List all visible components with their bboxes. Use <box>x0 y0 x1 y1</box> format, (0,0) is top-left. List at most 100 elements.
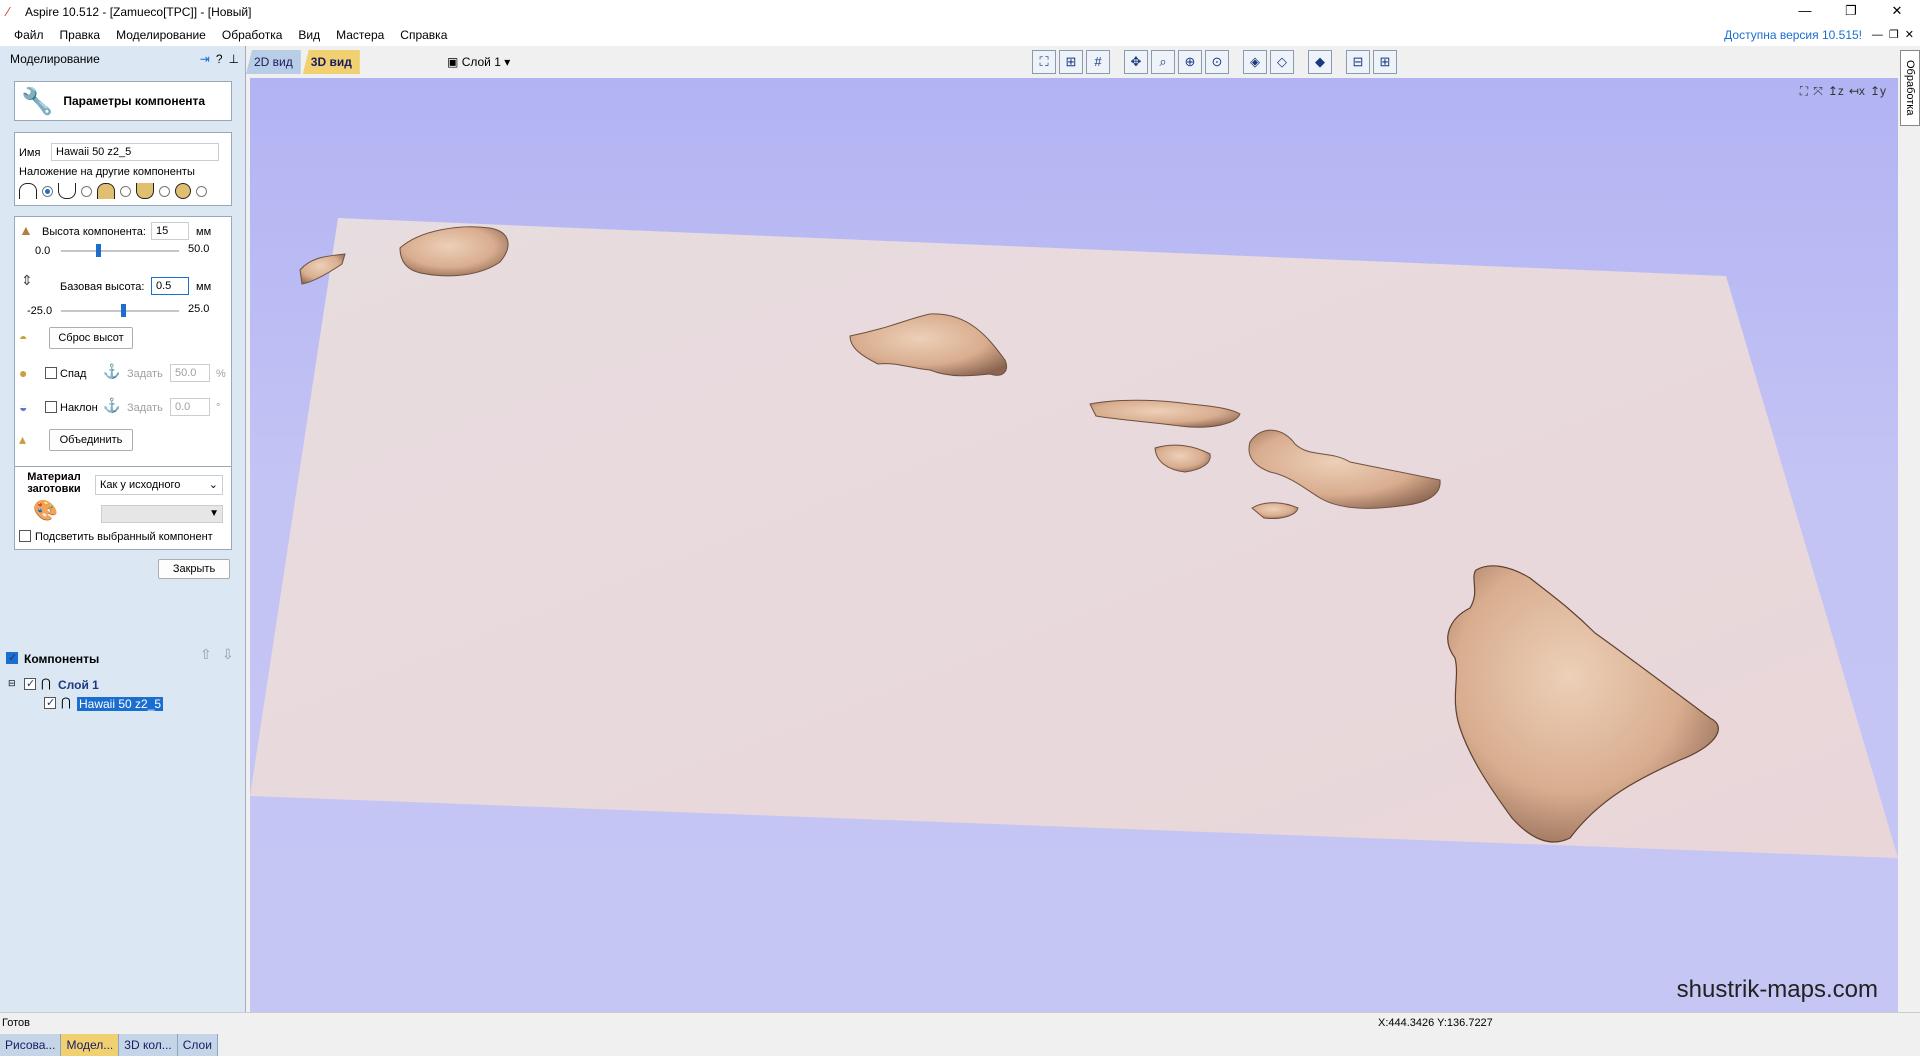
maximize-button[interactable]: ❐ <box>1828 0 1874 24</box>
layer-node[interactable]: Слой 1 <box>58 678 99 692</box>
tilt-set-label: Задать <box>127 402 163 414</box>
fade-anchor-icon[interactable]: ⚓ <box>103 363 120 379</box>
overlap-multiply-icon <box>175 183 191 199</box>
component-shape-icon: ⋂ <box>61 695 71 709</box>
fade-icon: ● <box>19 365 28 381</box>
menu-wizards[interactable]: Мастера <box>328 24 392 46</box>
height-input[interactable]: 15 <box>151 222 189 240</box>
grid-icon[interactable]: # <box>1086 50 1110 74</box>
overlap-multiply-radio[interactable] <box>196 185 207 197</box>
components-title: Компоненты <box>24 652 100 666</box>
overlap-merge-high-radio[interactable] <box>120 185 131 197</box>
highlight-checkbox[interactable] <box>19 530 31 542</box>
menu-file[interactable]: Файл <box>6 24 52 46</box>
material-color-select[interactable]: ▼ <box>101 505 223 523</box>
watermark: shustrik-maps.com <box>1676 976 1878 1003</box>
layer-cube-icon: ▣ <box>447 55 459 69</box>
3d-viewport[interactable]: ⛶ ⤧ ↥z ↤x ↥y shustrik-maps.com <box>250 78 1898 1012</box>
fade-value-input[interactable]: 50.0 <box>170 364 210 382</box>
menu-edit[interactable]: Правка <box>52 24 109 46</box>
wrench-icon: 🔧 <box>21 85 54 116</box>
tab-layers[interactable]: Слои <box>177 1034 218 1056</box>
zoom-icon[interactable]: ⊕ <box>1178 50 1202 74</box>
tilt-value-input[interactable]: 0.0 <box>170 398 210 416</box>
pan-icon[interactable]: ✥ <box>1124 50 1148 74</box>
status-bar: Готов X:444.3426 Y:136.7227 <box>0 1012 1920 1032</box>
close-window-button[interactable]: ✕ <box>1874 0 1920 24</box>
overlap-modes <box>19 183 207 199</box>
help-icon[interactable]: ? <box>216 52 223 66</box>
menu-view[interactable]: Вид <box>290 24 328 46</box>
view-z-icon[interactable]: ↥z <box>1828 84 1844 99</box>
component-node[interactable]: Hawaii 50 z2_5 <box>77 697 164 711</box>
close-button[interactable]: Закрыть <box>158 559 230 579</box>
name-label: Имя <box>19 147 41 159</box>
relief-scene <box>250 218 1898 858</box>
components-checkbox[interactable] <box>6 651 18 664</box>
name-input[interactable]: Hawaii 50 z2_5 <box>51 143 219 161</box>
tab-drawing[interactable]: Рисова... <box>0 1034 62 1056</box>
merge-button[interactable]: Объединить <box>49 429 133 451</box>
status-text: Готов <box>2 1017 30 1029</box>
menu-toolpaths[interactable]: Обработка <box>214 24 291 46</box>
dock-icon[interactable]: ⇥ <box>200 52 210 66</box>
height-slider[interactable] <box>61 244 179 257</box>
mdi-minimize-icon[interactable]: — <box>1872 24 1883 46</box>
base-height-slider[interactable] <box>61 304 179 317</box>
base-height-unit: мм <box>196 281 212 293</box>
layer-shape-icon: ⋂ <box>41 676 51 690</box>
move-down-icon[interactable]: ⇩ <box>222 646 234 662</box>
split-horizontal-icon[interactable]: ⊟ <box>1346 50 1370 74</box>
view-fit-icon[interactable]: ⛶ <box>1800 84 1808 99</box>
layer-select[interactable]: ▣ Слой 1 ▾ <box>447 55 510 69</box>
tab-2d-view[interactable]: 2D вид <box>246 50 301 74</box>
pin-icon[interactable]: ⊥ <box>229 52 239 66</box>
base-slider-thumb[interactable] <box>121 304 127 317</box>
reset-heights-button[interactable]: Сброс высот <box>49 327 133 349</box>
zoom-window-icon[interactable]: ⌕ <box>1151 50 1175 74</box>
mdi-close-icon[interactable]: ✕ <box>1905 24 1914 46</box>
material-select[interactable]: Как у исходного ⌄ <box>95 475 223 495</box>
view-iso-icon[interactable]: ⤧ <box>1813 84 1823 99</box>
component-checkbox[interactable] <box>44 696 56 709</box>
tilt-anchor-icon[interactable]: ⚓ <box>103 397 120 413</box>
base-height-input[interactable]: 0.5 <box>151 277 189 295</box>
tilt-checkbox[interactable] <box>45 401 57 413</box>
tab-3d-clipart[interactable]: 3D кол... <box>119 1034 178 1056</box>
palette-icon[interactable]: 🎨 <box>33 501 58 521</box>
view-x-icon[interactable]: ↤x <box>1849 84 1865 99</box>
toolpaths-side-tab[interactable]: Обработка <box>1900 50 1920 126</box>
view-all-icon[interactable]: ⊞ <box>1059 50 1083 74</box>
menu-bar: Файл Правка Моделирование Обработка Вид … <box>0 24 1920 46</box>
chevron-down-icon: ⌄ <box>208 479 218 491</box>
update-link[interactable]: Доступна версия 10.515! <box>1724 24 1862 46</box>
collapse-icon[interactable]: ⊟ <box>8 678 16 689</box>
tab-3d-view[interactable]: 3D вид <box>302 50 360 74</box>
move-up-icon[interactable]: ⇧ <box>200 646 212 662</box>
tilt-unit: ° <box>216 402 221 414</box>
base-height-icon: ⇕ <box>21 272 33 288</box>
zoom-extents-icon[interactable]: ⛶ <box>1032 50 1056 74</box>
split-vertical-icon[interactable]: ⊞ <box>1373 50 1397 74</box>
select-mode-icon[interactable]: ◈ <box>1243 50 1267 74</box>
fade-checkbox[interactable] <box>45 367 57 379</box>
menu-modeling[interactable]: Моделирование <box>108 24 214 46</box>
component-properties-title: Параметры компонента <box>63 94 206 108</box>
overlap-merge-low-radio[interactable] <box>159 185 170 197</box>
mdi-restore-icon[interactable]: ❐ <box>1889 24 1899 46</box>
overlap-subtract-radio[interactable] <box>81 185 92 197</box>
render-icon[interactable]: ◆ <box>1308 50 1332 74</box>
minimize-button[interactable]: — <box>1782 0 1828 24</box>
height-label: Высота компонента: <box>42 226 146 238</box>
menu-help[interactable]: Справка <box>392 24 455 46</box>
panel-title: Моделирование <box>10 52 100 66</box>
height-slider-thumb[interactable] <box>96 244 102 257</box>
height-max-label: 50.0 <box>188 243 210 255</box>
fade-unit: % <box>216 368 226 380</box>
layer-checkbox[interactable] <box>24 677 36 690</box>
shade-mode-icon[interactable]: ◇ <box>1270 50 1294 74</box>
tab-modeling[interactable]: Модел... <box>61 1034 120 1056</box>
overlap-add-radio[interactable] <box>42 185 53 197</box>
view-y-icon[interactable]: ↥y <box>1870 84 1886 99</box>
zoom-selected-icon[interactable]: ⊙ <box>1205 50 1229 74</box>
